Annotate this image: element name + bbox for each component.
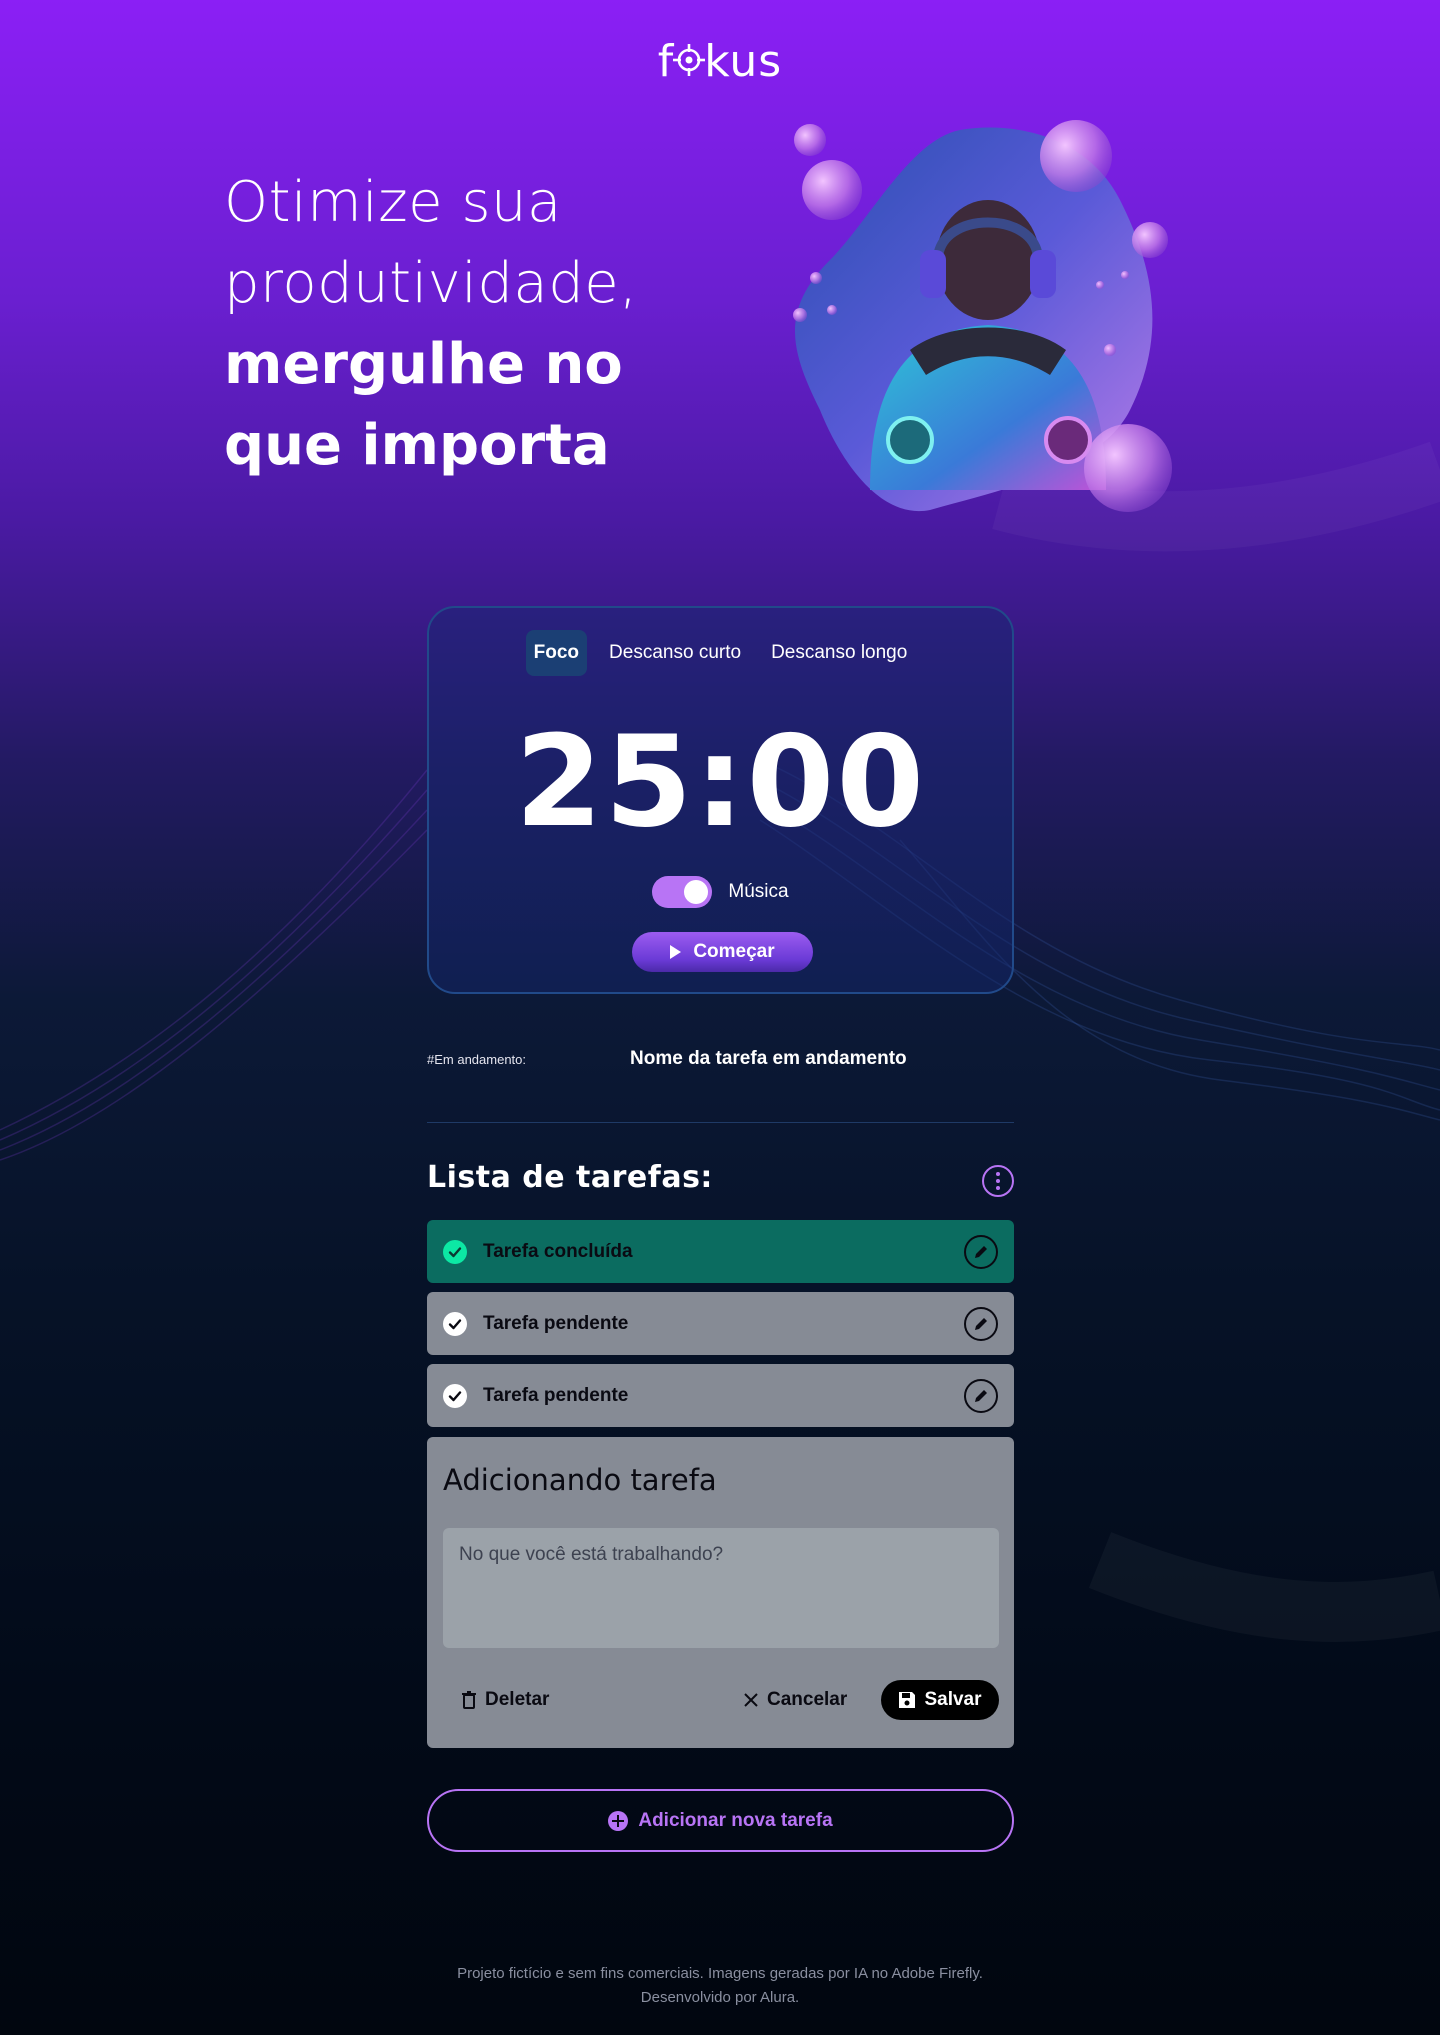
task-label: Tarefa pendente bbox=[483, 1312, 629, 1334]
tab-descanso-longo[interactable]: Descanso longo bbox=[763, 630, 915, 676]
toggle-knob bbox=[684, 880, 709, 904]
delete-label: Deletar bbox=[485, 1689, 550, 1710]
music-toggle[interactable] bbox=[652, 876, 713, 908]
tab-descanso-curto[interactable]: Descanso curto bbox=[601, 630, 749, 676]
save-button[interactable]: Salvar bbox=[881, 1680, 999, 1720]
edit-pencil-icon[interactable] bbox=[964, 1378, 998, 1413]
in-progress-label: #Em andamento: bbox=[427, 1052, 527, 1067]
add-task-form: Adicionando tarefa Deletar Cancelar Salv… bbox=[427, 1437, 1014, 1748]
save-disk-icon bbox=[899, 1692, 916, 1708]
add-task-title: Adicionando tarefa bbox=[443, 1463, 717, 1497]
in-progress-task-name: Nome da tarefa em andamento bbox=[630, 1048, 907, 1069]
music-label: Música bbox=[728, 881, 789, 902]
start-button-label: Começar bbox=[693, 941, 775, 962]
timer-card: Foco Descanso curto Descanso longo 25:00… bbox=[427, 606, 1014, 994]
target-icon bbox=[673, 44, 706, 76]
hero-illustration bbox=[793, 120, 1172, 512]
check-icon[interactable] bbox=[443, 1311, 467, 1336]
fokus-logo: f kus bbox=[0, 36, 1440, 87]
divider bbox=[427, 1122, 1014, 1123]
play-icon bbox=[670, 945, 682, 959]
tab-foco[interactable]: Foco bbox=[525, 630, 588, 676]
hero-line-1: Otimize sua bbox=[224, 170, 562, 235]
add-new-task-button[interactable]: Adicionar nova tarefa bbox=[427, 1789, 1014, 1852]
edit-pencil-icon[interactable] bbox=[964, 1234, 998, 1269]
edit-pencil-icon[interactable] bbox=[964, 1306, 998, 1341]
task-list-menu-button[interactable] bbox=[982, 1165, 1014, 1197]
timer-tabs: Foco Descanso curto Descanso longo bbox=[429, 630, 1012, 676]
check-icon[interactable] bbox=[443, 1239, 467, 1264]
cancel-button[interactable]: Cancelar bbox=[743, 1680, 847, 1720]
task-item[interactable]: Tarefa pendente bbox=[427, 1292, 1014, 1355]
close-icon bbox=[744, 1693, 758, 1707]
music-row: Música bbox=[429, 876, 1012, 908]
hero-line-2: produtividade, bbox=[224, 251, 638, 316]
trash-icon bbox=[462, 1691, 476, 1709]
footer: Projeto fictício e sem fins comerciais. … bbox=[0, 1962, 1440, 2010]
timer-display: 25:00 bbox=[514, 708, 927, 855]
add-new-task-label: Adicionar nova tarefa bbox=[638, 1809, 833, 1831]
plus-circle-icon bbox=[608, 1810, 629, 1831]
logo-text-kus: kus bbox=[704, 36, 783, 87]
task-item[interactable]: Tarefa concluída bbox=[427, 1220, 1014, 1283]
task-label: Tarefa concluída bbox=[483, 1240, 633, 1262]
task-description-input[interactable] bbox=[443, 1528, 999, 1648]
check-icon[interactable] bbox=[443, 1383, 467, 1408]
cancel-label: Cancelar bbox=[767, 1689, 848, 1710]
task-label: Tarefa pendente bbox=[483, 1384, 629, 1406]
delete-button[interactable]: Deletar bbox=[461, 1680, 549, 1720]
hero-line-3: mergulhe no bbox=[224, 332, 623, 397]
footer-line-2: Desenvolvido por Alura. bbox=[640, 1989, 800, 2006]
start-button[interactable]: Começar bbox=[632, 932, 813, 972]
hero-heading: Otimize sua produtividade, mergulhe no q… bbox=[224, 162, 744, 486]
footer-line-1: Projeto fictício e sem fins comerciais. … bbox=[457, 1965, 983, 1982]
save-label: Salvar bbox=[924, 1689, 982, 1710]
task-item[interactable]: Tarefa pendente bbox=[427, 1364, 1014, 1427]
task-list-title: Lista de tarefas: bbox=[427, 1160, 713, 1195]
hero-line-4: que importa bbox=[224, 413, 610, 478]
